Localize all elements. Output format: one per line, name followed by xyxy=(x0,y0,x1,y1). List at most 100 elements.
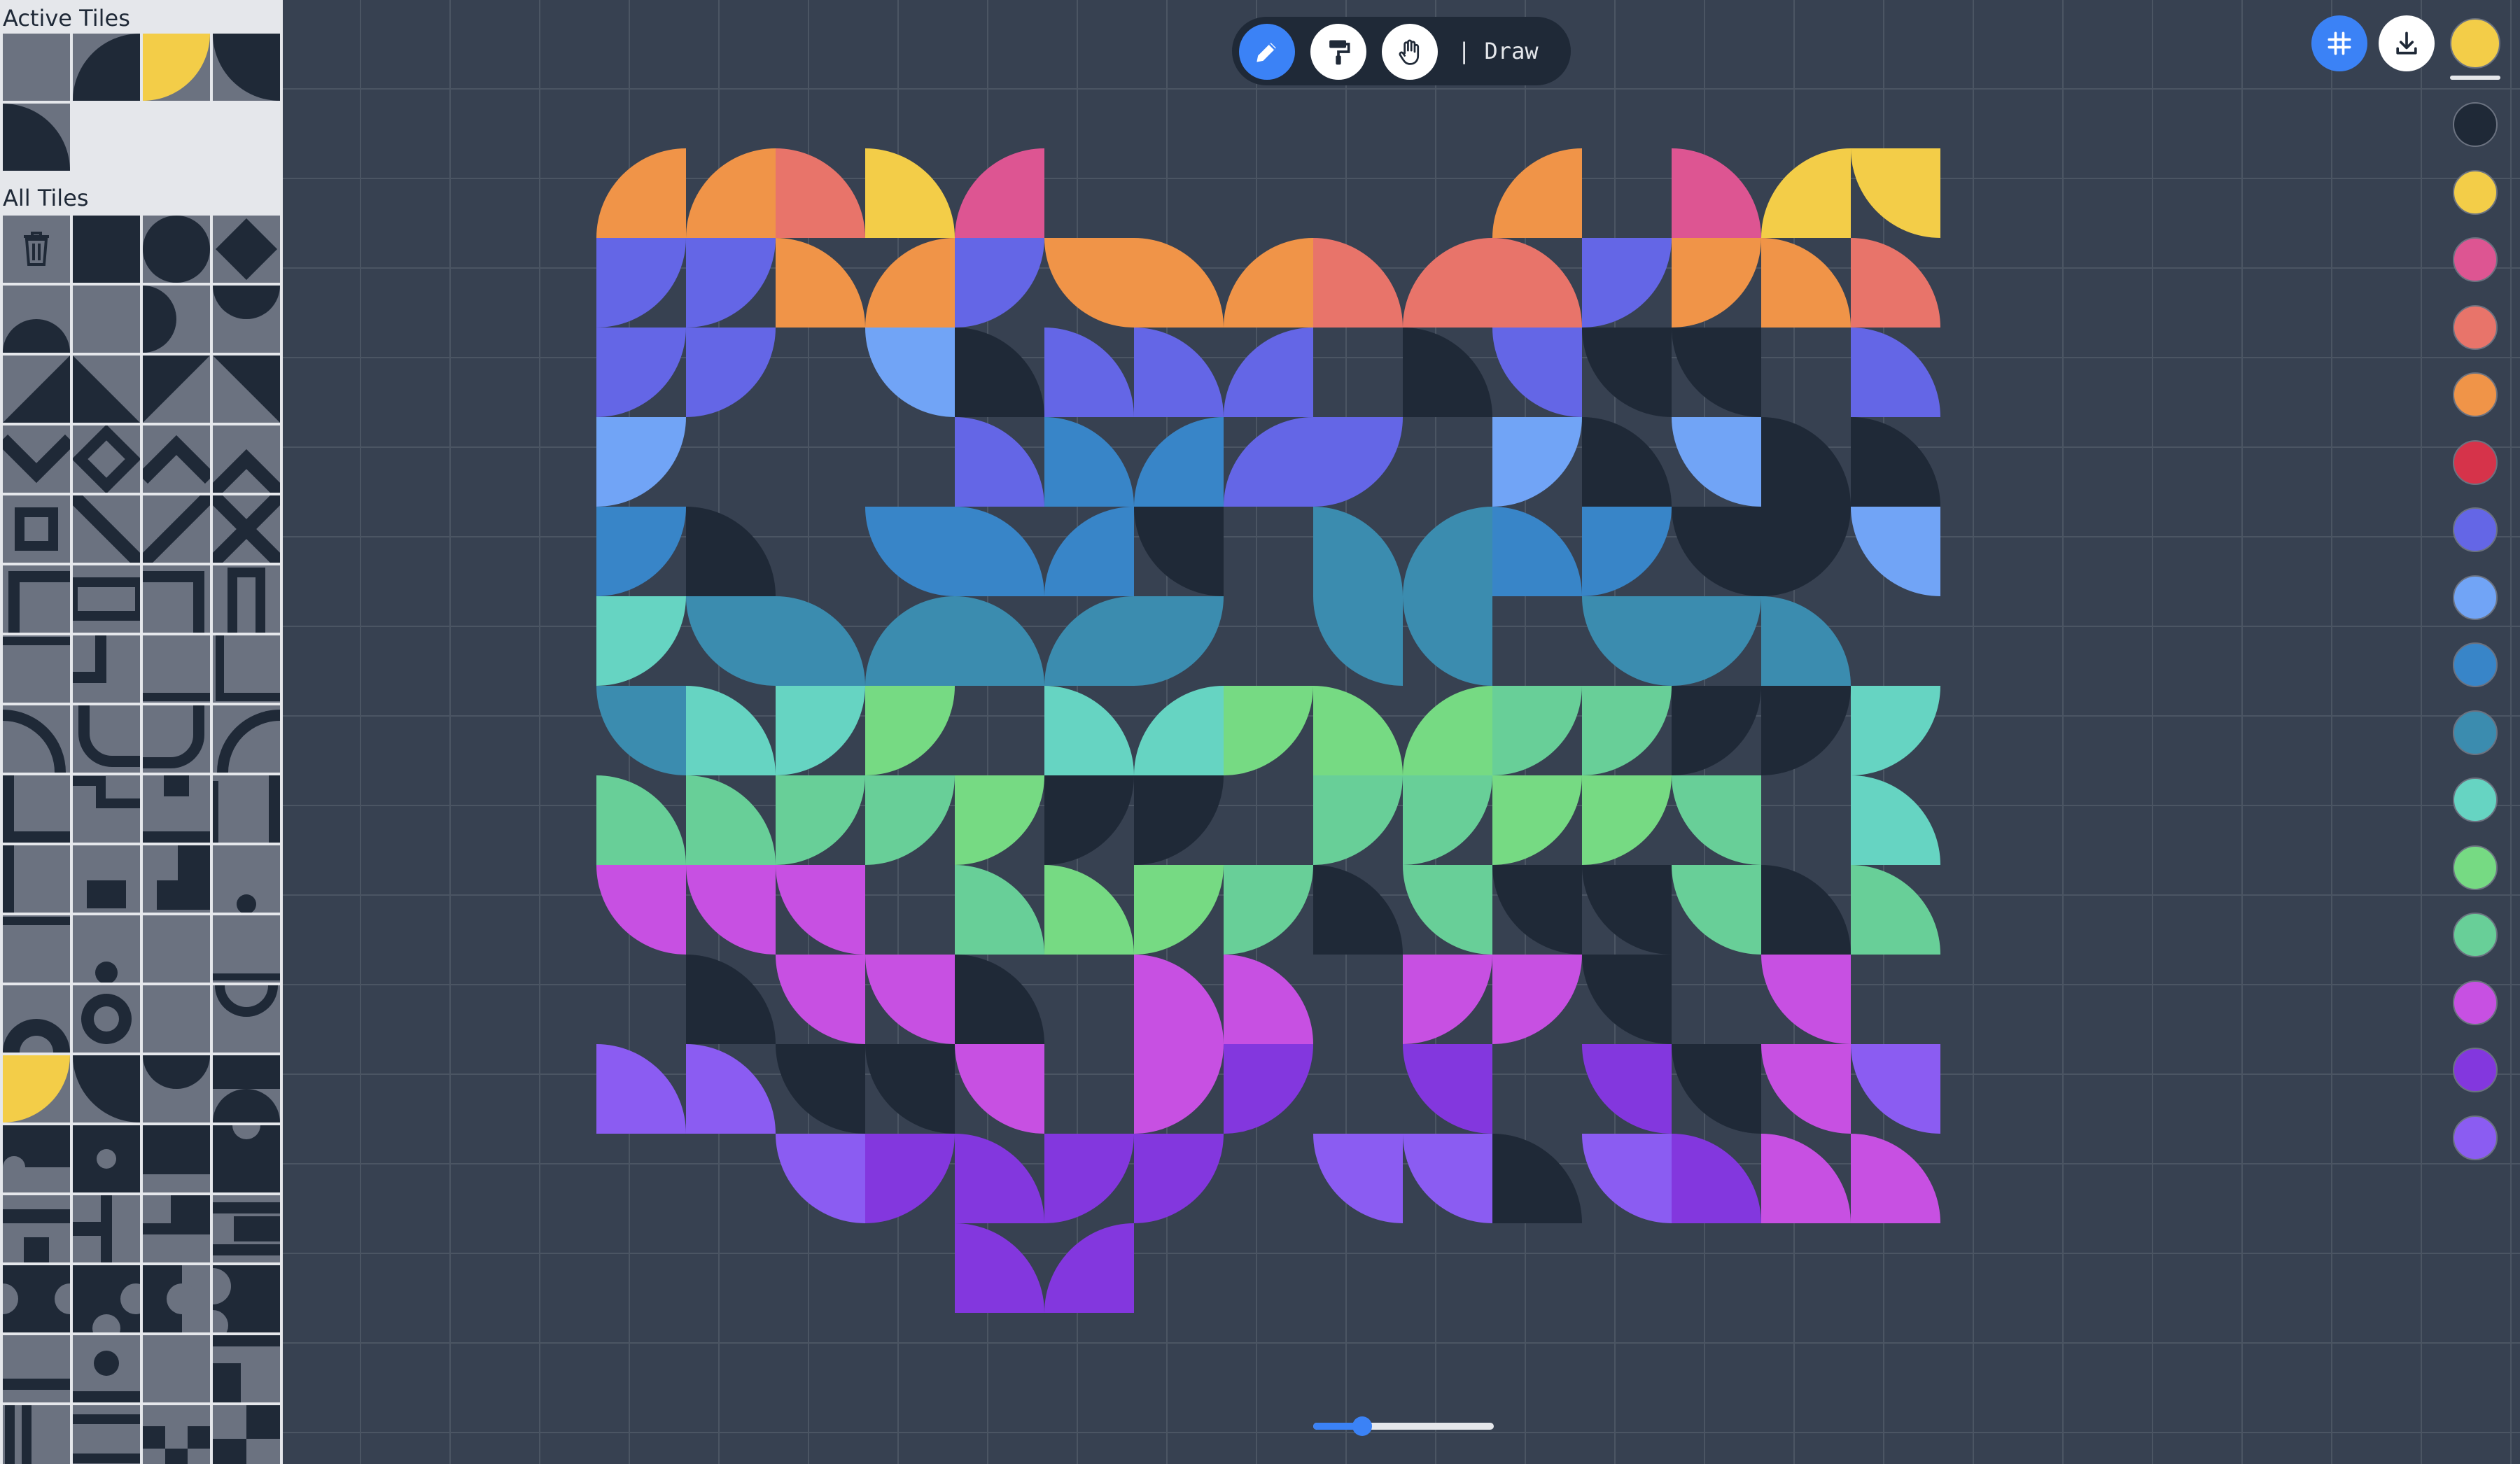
library-tile[interactable] xyxy=(73,775,140,843)
active-tile[interactable] xyxy=(213,34,280,101)
library-tile[interactable] xyxy=(213,1195,280,1262)
library-tile[interactable] xyxy=(3,635,70,703)
library-tile[interactable] xyxy=(3,775,70,843)
palette-swatch[interactable] xyxy=(2453,845,2498,890)
current-color-swatch[interactable] xyxy=(2450,18,2500,69)
library-tile[interactable] xyxy=(73,286,140,353)
library-tile[interactable] xyxy=(3,1125,70,1192)
palette-swatch[interactable] xyxy=(2453,980,2498,1025)
library-tile[interactable] xyxy=(3,1335,70,1402)
zoom-slider-thumb[interactable] xyxy=(1352,1416,1372,1436)
library-tile[interactable] xyxy=(73,425,140,493)
library-tile[interactable] xyxy=(213,705,280,773)
library-tile[interactable] xyxy=(73,1405,140,1464)
library-tile[interactable] xyxy=(213,286,280,353)
library-tile[interactable] xyxy=(143,565,210,633)
library-tile[interactable] xyxy=(73,1055,140,1122)
library-tile[interactable] xyxy=(143,1055,210,1122)
library-tile[interactable] xyxy=(213,775,280,843)
library-tile[interactable] xyxy=(213,985,280,1053)
library-tile[interactable] xyxy=(3,1265,70,1332)
library-tile[interactable] xyxy=(3,1405,70,1464)
library-tile[interactable] xyxy=(3,705,70,773)
library-tile[interactable] xyxy=(143,775,210,843)
library-tile[interactable] xyxy=(73,1195,140,1262)
library-tile[interactable] xyxy=(213,635,280,703)
library-tile[interactable] xyxy=(73,1335,140,1402)
palette-swatch[interactable] xyxy=(2453,777,2498,822)
grid-toggle-button[interactable] xyxy=(2311,15,2367,71)
library-tile[interactable] xyxy=(143,1405,210,1464)
hand-tool-button[interactable] xyxy=(1382,24,1438,80)
palette-swatch[interactable] xyxy=(2453,575,2498,620)
library-tile[interactable] xyxy=(213,356,280,423)
library-tile[interactable] xyxy=(143,216,210,283)
palette-swatch[interactable] xyxy=(2453,304,2498,350)
library-tile[interactable] xyxy=(73,915,140,983)
palette-swatch[interactable] xyxy=(2453,372,2498,417)
library-tile[interactable] xyxy=(3,356,70,423)
palette-swatch[interactable] xyxy=(2453,507,2498,552)
active-tile[interactable] xyxy=(3,104,70,171)
library-tile[interactable] xyxy=(3,845,70,913)
zoom-slider[interactable] xyxy=(1313,1416,1494,1436)
library-tile[interactable] xyxy=(143,425,210,493)
library-tile[interactable] xyxy=(143,495,210,563)
library-tile[interactable] xyxy=(143,845,210,913)
library-tile[interactable] xyxy=(143,356,210,423)
palette-swatch[interactable] xyxy=(2453,1115,2498,1160)
library-tile[interactable] xyxy=(3,1195,70,1262)
library-tile[interactable] xyxy=(143,985,210,1053)
paint-roller-tool-button[interactable] xyxy=(1310,24,1366,80)
library-tile[interactable] xyxy=(73,356,140,423)
active-tile[interactable] xyxy=(73,34,140,101)
library-tile[interactable] xyxy=(213,1125,280,1192)
library-tile[interactable] xyxy=(143,635,210,703)
library-tile[interactable] xyxy=(213,1405,280,1464)
palette-swatch[interactable] xyxy=(2453,102,2498,147)
library-tile[interactable] xyxy=(213,915,280,983)
library-tile[interactable] xyxy=(3,565,70,633)
library-tile[interactable] xyxy=(3,286,70,353)
palette-swatch[interactable] xyxy=(2453,913,2498,957)
library-tile[interactable] xyxy=(143,1265,210,1332)
download-button[interactable] xyxy=(2379,15,2435,71)
library-tile[interactable] xyxy=(213,1265,280,1332)
library-tile[interactable] xyxy=(213,425,280,493)
library-tile[interactable] xyxy=(73,705,140,773)
palette-swatch[interactable] xyxy=(2453,642,2498,687)
library-tile[interactable] xyxy=(3,985,70,1053)
palette-swatch[interactable] xyxy=(2453,439,2498,485)
library-tile[interactable] xyxy=(143,1335,210,1402)
library-tile[interactable] xyxy=(143,915,210,983)
library-tile[interactable] xyxy=(213,1335,280,1402)
palette-swatch[interactable] xyxy=(2453,237,2498,282)
library-tile[interactable] xyxy=(3,1055,70,1122)
library-tile[interactable] xyxy=(73,635,140,703)
library-tile[interactable] xyxy=(3,915,70,983)
palette-swatch[interactable] xyxy=(2453,169,2498,215)
library-tile[interactable] xyxy=(73,565,140,633)
pencil-tool-button[interactable] xyxy=(1239,24,1295,80)
delete-tile-button[interactable] xyxy=(3,216,70,283)
library-tile[interactable] xyxy=(213,565,280,633)
library-tile[interactable] xyxy=(213,845,280,913)
library-tile[interactable] xyxy=(3,495,70,563)
library-tile[interactable] xyxy=(73,1265,140,1332)
library-tile[interactable] xyxy=(213,216,280,283)
library-tile[interactable] xyxy=(73,845,140,913)
library-tile[interactable] xyxy=(143,705,210,773)
library-tile[interactable] xyxy=(73,985,140,1053)
active-tile[interactable] xyxy=(143,34,210,101)
library-tile[interactable] xyxy=(73,216,140,283)
active-tile[interactable] xyxy=(3,34,70,101)
library-tile[interactable] xyxy=(143,1125,210,1192)
library-tile[interactable] xyxy=(73,495,140,563)
library-tile[interactable] xyxy=(3,425,70,493)
library-tile[interactable] xyxy=(73,1125,140,1192)
library-tile[interactable] xyxy=(143,286,210,353)
library-tile[interactable] xyxy=(213,495,280,563)
library-tile[interactable] xyxy=(143,1195,210,1262)
palette-swatch[interactable] xyxy=(2453,710,2498,755)
library-tile[interactable] xyxy=(213,1055,280,1122)
